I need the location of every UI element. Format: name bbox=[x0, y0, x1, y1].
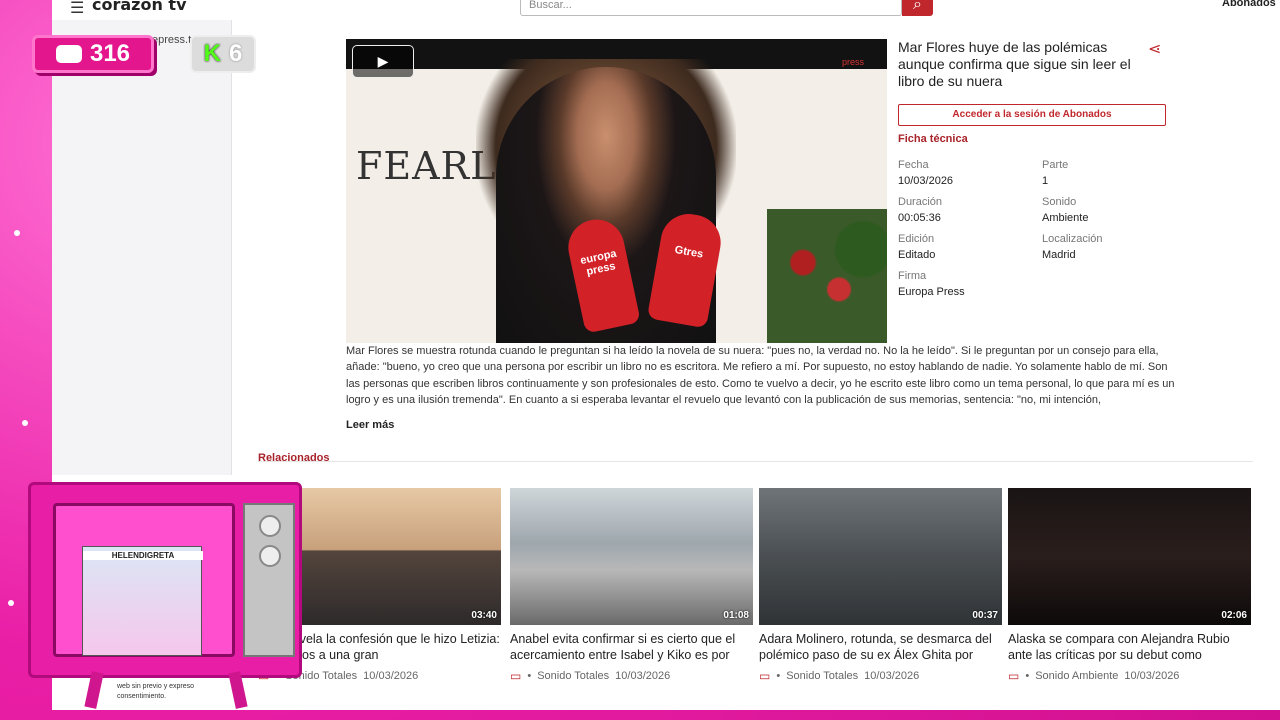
video-watermark: press bbox=[842, 57, 865, 67]
ficha-value: 00:05:36 bbox=[898, 212, 941, 224]
search-input[interactable]: Buscar... bbox=[520, 0, 902, 16]
related-title-text[interactable]: Adara Molinero, rotunda, se desmarca del… bbox=[759, 631, 1002, 663]
kick-icon: K bbox=[203, 40, 221, 67]
ficha-label: Parte bbox=[1042, 159, 1069, 171]
ficha-label: Fecha bbox=[898, 159, 929, 171]
ficha-item: Fecha 10/03/2026 bbox=[898, 159, 1042, 187]
play-button[interactable]: ▶ bbox=[352, 45, 414, 78]
ficha-item: Localización Madrid bbox=[1042, 233, 1186, 261]
tv-label: HELENDIGRETA bbox=[83, 551, 203, 560]
related-sound: Sonido Totales bbox=[537, 670, 610, 682]
tv-screen: HELENDIGRETA bbox=[53, 503, 235, 657]
tv-control-panel bbox=[243, 503, 295, 657]
ficha-tecnica-title: Ficha técnica bbox=[898, 133, 968, 145]
sparkle-icon bbox=[14, 230, 20, 236]
ficha-label: Localización bbox=[1042, 233, 1103, 245]
ficha-value: 10/03/2026 bbox=[898, 175, 954, 187]
related-meta: ▭ • Sonido Ambiente 10/03/2026 bbox=[1008, 669, 1180, 683]
related-date: 10/03/2026 bbox=[864, 670, 920, 682]
ficha-label: Sonido bbox=[1042, 196, 1077, 208]
menu-icon[interactable]: ☰ bbox=[70, 0, 84, 18]
read-more-link[interactable]: Leer más bbox=[346, 419, 394, 431]
related-title-text[interactable]: Anabel evita confirmar si es cierto que … bbox=[510, 631, 753, 663]
search-icon: ⌕ bbox=[913, 0, 922, 13]
footer-text: web sin previo y expreso consentimiento. bbox=[117, 682, 194, 702]
ficha-value: Editado bbox=[898, 249, 936, 261]
sparkle-icon bbox=[8, 600, 14, 606]
related-sound: Sonido Ambiente bbox=[1035, 670, 1119, 682]
related-thumbnail[interactable]: 00:37 bbox=[759, 488, 1002, 625]
ficha-tecnica-grid: Fecha 10/03/2026 Parte 1 Duración 00:05:36 … bbox=[898, 159, 1188, 298]
ficha-item: Firma Europa Press bbox=[898, 270, 1042, 298]
tv-webcam: HELENDIGRETA bbox=[82, 546, 203, 656]
footer-line: web sin previo y expreso bbox=[117, 683, 195, 690]
ficha-item: Edición Editado bbox=[898, 233, 1042, 261]
abonados-link[interactable]: Abonados bbox=[1222, 0, 1276, 9]
flower-arrangement bbox=[767, 209, 887, 343]
site-logo[interactable]: corazón tv bbox=[92, 0, 187, 14]
related-meta: ▭•Sonido Totales10/03/2026 bbox=[510, 669, 671, 683]
tv-overlay: HELENDIGRETA bbox=[28, 482, 302, 678]
video-camera-icon: ▭ bbox=[1008, 669, 1020, 683]
chat-counter-badge: 316 bbox=[32, 35, 154, 73]
related-thumbnail[interactable]: 01:08 bbox=[510, 488, 753, 625]
related-date: 10/03/2026 bbox=[1124, 670, 1180, 682]
duration-badge: 00:37 bbox=[972, 610, 998, 621]
chat-count: 316 bbox=[89, 40, 131, 67]
ficha-label: Duración bbox=[898, 196, 943, 208]
ficha-label: Edición bbox=[898, 233, 935, 245]
video-description: Mar Flores se muestra rotunda cuando le … bbox=[346, 345, 1175, 407]
top-bar: ☰ corazón tv Buscar... ⌕ Abonados bbox=[52, 0, 1280, 20]
kick-count: 6 bbox=[228, 40, 243, 67]
related-sound: Sonido Totales bbox=[786, 670, 859, 682]
related-card[interactable]: 01:08 Anabel evita confirmar si es ciert… bbox=[510, 488, 753, 683]
ficha-label: Firma bbox=[898, 270, 927, 282]
footer-line: consentimiento. bbox=[117, 693, 167, 700]
video-title: Mar Flores huye de las polémicas aunque … bbox=[898, 39, 1131, 89]
share-icon[interactable]: ⋖ bbox=[1148, 39, 1161, 59]
related-card[interactable]: 02:06 Alaska se compara con Alejandra Ru… bbox=[1008, 488, 1251, 683]
ficha-item: Sonido Ambiente bbox=[1042, 196, 1186, 224]
access-abonados-button[interactable]: Acceder a la sesión de Abonados bbox=[898, 104, 1166, 126]
video-camera-icon: ▭ bbox=[759, 669, 771, 683]
ficha-item: Parte 1 bbox=[1042, 159, 1186, 187]
ficha-value: Europa Press bbox=[898, 286, 965, 298]
sparkle-icon bbox=[22, 420, 28, 426]
video-camera-icon: ▭ bbox=[510, 669, 522, 683]
tv-knob-icon bbox=[259, 515, 281, 537]
duration-badge: 01:08 bbox=[723, 610, 749, 621]
search-button[interactable]: ⌕ bbox=[902, 0, 933, 16]
video-info: Mar Flores huye de las polémicas aunque … bbox=[898, 39, 1168, 298]
kick-counter-badge: K6 bbox=[190, 35, 256, 73]
ficha-value: 1 bbox=[1042, 175, 1049, 187]
related-date: 10/03/2026 bbox=[363, 670, 419, 682]
related-meta: ▭•Sonido Totales10/03/2026 bbox=[759, 669, 920, 683]
tv-knob-icon bbox=[259, 545, 281, 567]
duration-badge: 02:06 bbox=[1221, 610, 1247, 621]
related-divider bbox=[258, 461, 1253, 462]
play-icon: ▶ bbox=[377, 53, 389, 69]
ficha-value: Madrid bbox=[1042, 249, 1076, 261]
sidebar-panel bbox=[52, 20, 232, 475]
related-card[interactable]: 00:37 Adara Molinero, rotunda, se desmar… bbox=[759, 488, 1002, 683]
related-thumbnail[interactable]: 02:06 bbox=[1008, 488, 1251, 625]
chat-icon bbox=[55, 45, 82, 63]
video-player[interactable]: FEARLESS europa press Gtres press ▶ bbox=[346, 39, 887, 343]
ficha-item: Duración 00:05:36 bbox=[898, 196, 1042, 224]
related-title-text[interactable]: Alaska se compara con Alejandra Rubio an… bbox=[1008, 631, 1251, 663]
ficha-value: Ambiente bbox=[1042, 212, 1089, 224]
related-title: Relacionados bbox=[258, 452, 330, 464]
duration-badge: 03:40 bbox=[471, 610, 497, 621]
related-date: 10/03/2026 bbox=[615, 670, 671, 682]
